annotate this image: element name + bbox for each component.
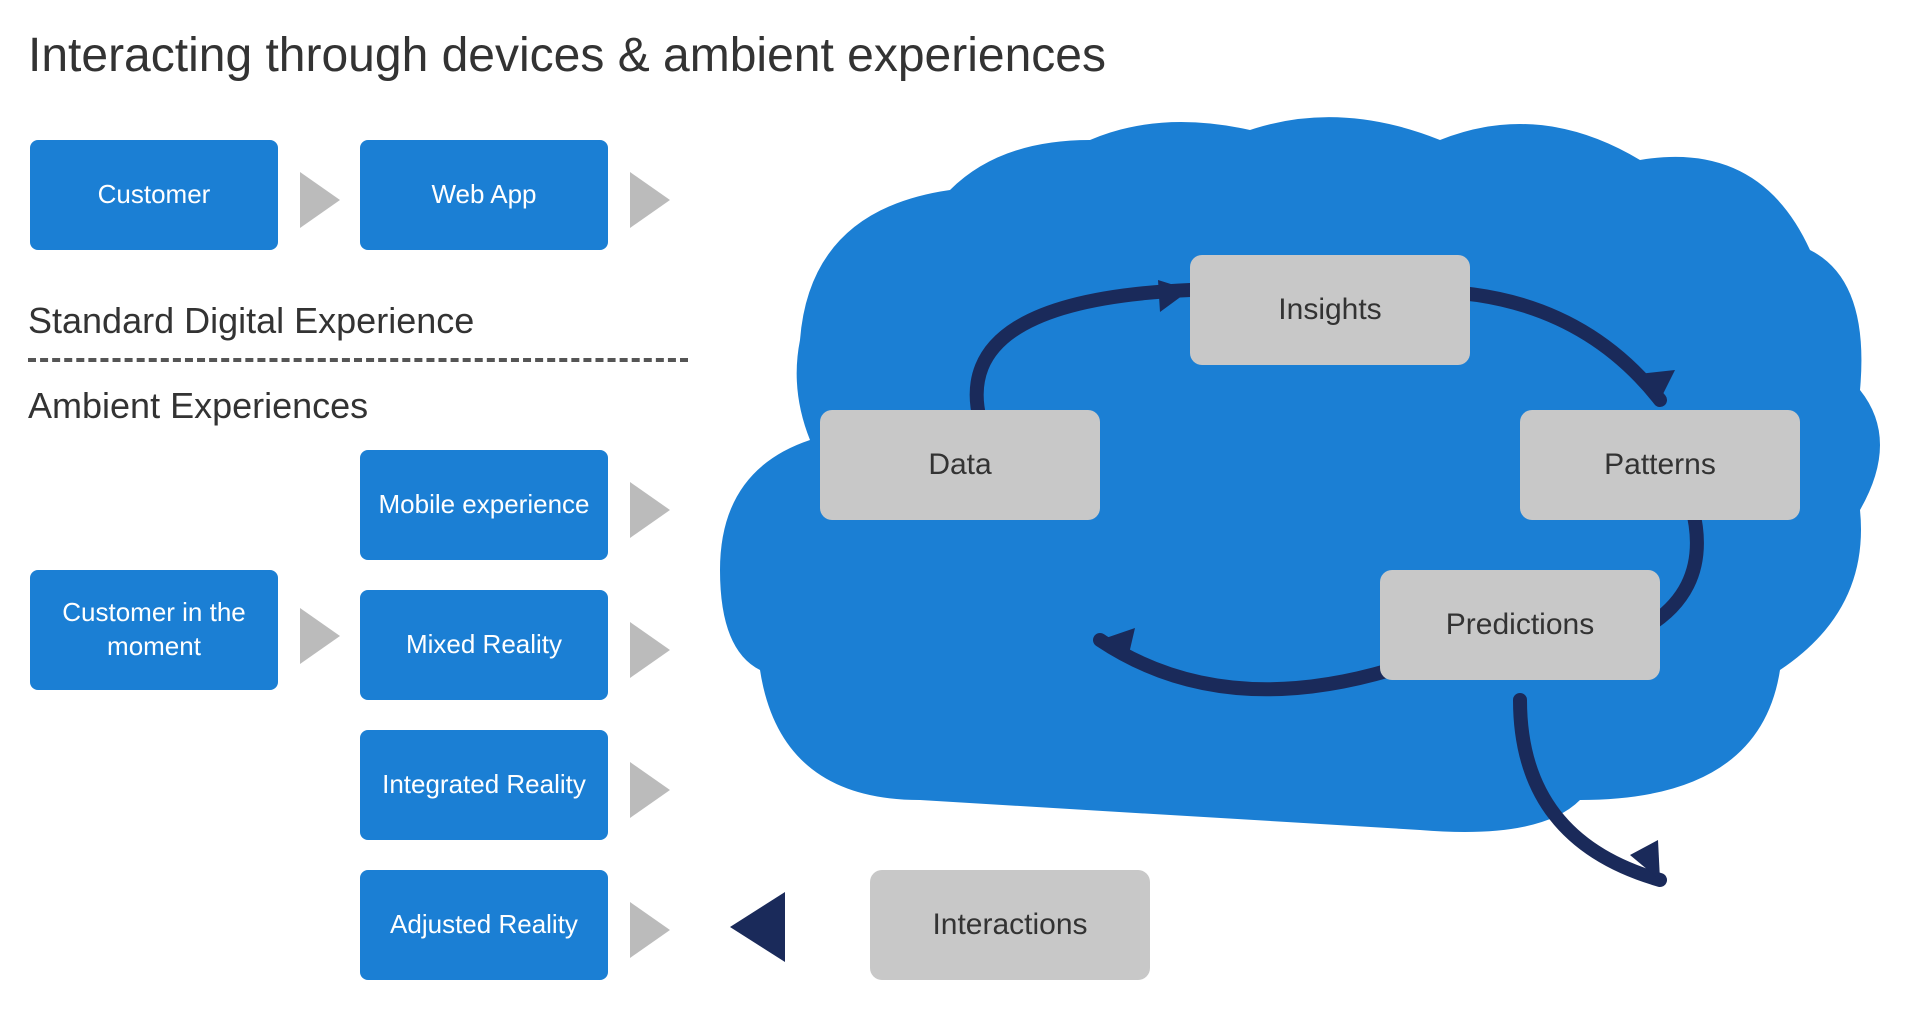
arrow-customer-moment — [300, 608, 340, 664]
customer-moment-box: Customer in the moment — [30, 570, 278, 690]
arrow-adjusted — [630, 902, 670, 958]
arrow-mobile — [630, 482, 670, 538]
interactions-box: Interactions — [870, 870, 1150, 980]
patterns-box: Patterns — [1520, 410, 1800, 520]
standard-digital-label: Standard Digital Experience — [28, 300, 474, 342]
mobile-experience-box: Mobile experience — [360, 450, 608, 560]
main-title: Interacting through devices & ambient ex… — [28, 28, 1106, 83]
arrow-to-interactions — [730, 892, 785, 962]
webapp-box: Web App — [360, 140, 608, 250]
arrow-customer-to-webapp — [300, 172, 340, 228]
customer-box: Customer — [30, 140, 278, 250]
data-box: Data — [820, 410, 1100, 520]
adjusted-reality-box: Adjusted Reality — [360, 870, 608, 980]
predictions-box: Predictions — [1380, 570, 1660, 680]
arrow-webapp — [630, 172, 670, 228]
integrated-reality-box: Integrated Reality — [360, 730, 608, 840]
insights-box: Insights — [1190, 255, 1470, 365]
cloud-container: Insights Patterns Predictions Data — [700, 80, 1880, 910]
ambient-experiences-label: Ambient Experiences — [28, 385, 368, 427]
arrow-mixed — [630, 622, 670, 678]
mixed-reality-box: Mixed Reality — [360, 590, 608, 700]
dashed-divider — [28, 358, 688, 362]
arrow-integrated — [630, 762, 670, 818]
